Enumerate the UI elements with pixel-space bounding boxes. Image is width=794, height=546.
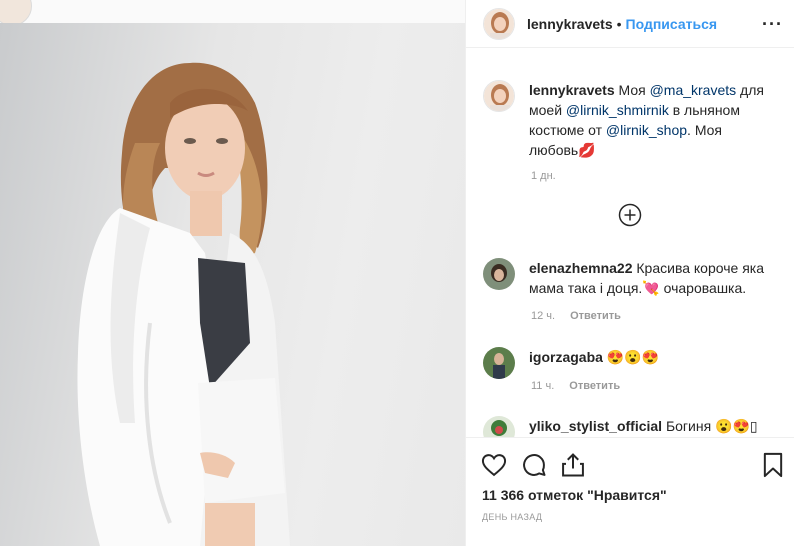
comment-text: elenazhemna22 Красива короче яка мама та… [529, 258, 769, 298]
likes-count[interactable]: 11 366 отметок "Нравится" [482, 487, 667, 503]
reply-button[interactable]: Ответить [569, 380, 620, 392]
caption-text: lennykravets Моя @ma_kravets для моей @l… [529, 80, 769, 160]
post-image [77, 62, 290, 546]
caption-avatar[interactable] [483, 80, 515, 112]
comment-item: igorzagaba 😍😮😍 [483, 347, 788, 379]
author-username[interactable]: lennykravets [527, 16, 613, 32]
post-date[interactable]: ДЕНЬ НАЗАД [482, 512, 542, 522]
mention-link[interactable]: @ma_kravets [650, 82, 737, 98]
heart-icon[interactable] [480, 451, 508, 479]
post-photo[interactable] [0, 23, 465, 546]
comment-body: 😍😮😍 [606, 349, 660, 365]
post-panel: lennykravets • Подписаться ··· lennykrav… [465, 0, 794, 546]
follow-button[interactable]: Подписаться [626, 16, 718, 32]
commenter-avatar[interactable] [483, 416, 515, 437]
mention-link[interactable]: @lirnik_shmirnik [566, 102, 669, 118]
comment-item: elenazhemna22 Красива короче яка мама та… [483, 258, 788, 298]
add-comment-icon[interactable] [618, 203, 642, 227]
comment-body: Богиня 😮😍▯ [665, 418, 758, 434]
comment-time[interactable]: 12 ч. [531, 310, 555, 322]
commenter-username[interactable]: igorzagaba [529, 349, 603, 365]
post-header: lennykravets • Подписаться ··· [466, 0, 794, 48]
caption-text-part: Моя [618, 82, 650, 98]
comment-item: yliko_stylist_official Богиня 😮😍▯ [483, 416, 788, 437]
comment-meta: 11 ч. Ответить [531, 380, 620, 392]
top-strip [0, 0, 465, 26]
caption-time[interactable]: 1 дн. [531, 170, 556, 182]
commenter-username[interactable]: yliko_stylist_official [529, 418, 662, 434]
post-caption: lennykravets Моя @ma_kravets для моей @l… [483, 80, 783, 160]
header-separator: • [616, 15, 622, 32]
commenter-username[interactable]: elenazhemna22 [529, 260, 633, 276]
comment-meta: 12 ч. Ответить [531, 310, 621, 322]
bookmark-icon[interactable] [759, 451, 787, 479]
comment-icon[interactable] [520, 451, 548, 479]
reply-button[interactable]: Ответить [570, 310, 621, 322]
share-icon[interactable] [559, 451, 587, 479]
commenter-avatar[interactable] [483, 347, 515, 379]
post-actions: 11 366 отметок "Нравится" ДЕНЬ НАЗАД [466, 437, 794, 546]
comment-text: igorzagaba 😍😮😍 [529, 347, 769, 379]
caption-username[interactable]: lennykravets [529, 82, 615, 98]
author-avatar[interactable] [483, 7, 515, 40]
commenter-avatar[interactable] [483, 258, 515, 290]
comment-text: yliko_stylist_official Богиня 😮😍▯ [529, 416, 769, 437]
more-options-icon[interactable]: ··· [762, 14, 783, 35]
comments-list[interactable]: lennykravets Моя @ma_kravets для моей @l… [466, 48, 794, 437]
comment-time[interactable]: 11 ч. [531, 380, 554, 392]
mention-link[interactable]: @lirnik_shop [606, 122, 687, 138]
